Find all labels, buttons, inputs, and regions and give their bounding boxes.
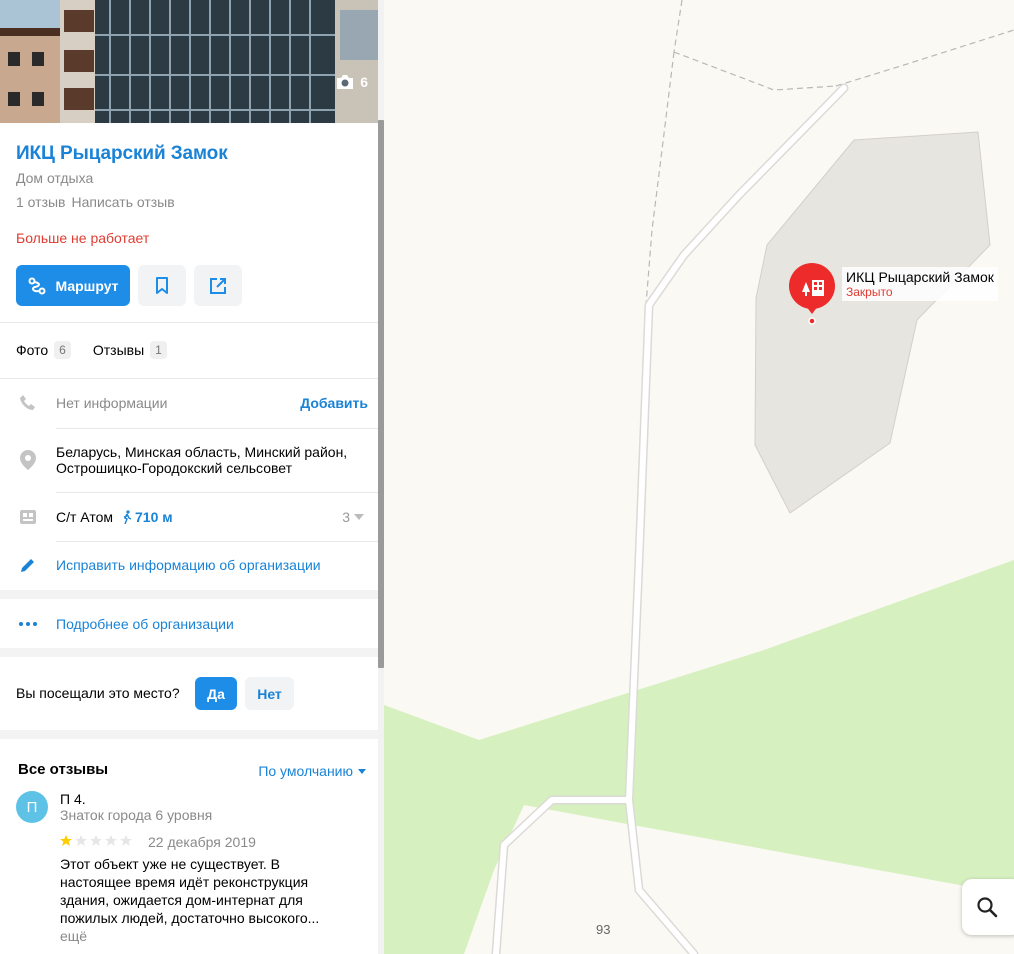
route-button[interactable]: Маршрут [16, 265, 130, 306]
org-title[interactable]: ИКЦ Рыцарский Замок [16, 143, 228, 165]
reviews-heading: Все отзывы [18, 761, 109, 778]
review-rating [60, 835, 132, 847]
section-divider [0, 590, 378, 599]
transit-stop-name: С/т Атом [56, 509, 113, 525]
review-author-level: Знаток города 6 уровня [60, 807, 213, 823]
add-phone-link[interactable]: Добавить [300, 395, 368, 411]
org-photo[interactable]: 6 [0, 0, 378, 123]
bookmark-icon [156, 276, 168, 294]
bookmark-button[interactable] [138, 265, 186, 306]
more-stops-count: 3 [342, 509, 350, 525]
walking-icon [123, 510, 132, 524]
chevron-down-icon [354, 514, 364, 520]
share-icon [210, 277, 226, 294]
more-dots-icon [18, 614, 38, 634]
tab-reviews[interactable]: Отзывы 1 [93, 341, 167, 359]
map-base-layer [384, 0, 1014, 954]
building-photo-image [0, 0, 378, 123]
visited-no-button[interactable]: Нет [245, 677, 294, 710]
address-line-1: Беларусь, Минская область, Минский район… [56, 444, 348, 460]
review-author[interactable]: П 4. [60, 791, 86, 807]
tab-photos[interactable]: Фото 6 [16, 341, 71, 359]
address-row: Беларусь, Минская область, Минский район… [0, 428, 378, 492]
walk-distance-value: 710 м [135, 509, 173, 525]
star-empty-icon [90, 835, 102, 846]
edit-info-link[interactable]: Исправить информацию об организации [56, 557, 321, 573]
org-category: Дом отдыха [16, 170, 94, 186]
route-icon [28, 277, 46, 294]
phone-value: Нет информации [56, 395, 168, 411]
photo-count: 6 [335, 74, 368, 90]
visited-yes-button[interactable]: Да [195, 677, 237, 710]
transit-stop-icon [18, 507, 38, 527]
tab-photos-label: Фото [16, 342, 49, 358]
write-review-link[interactable]: Написать отзыв [72, 194, 175, 210]
reviews-sort-dropdown[interactable]: По умолчанию [258, 763, 366, 779]
map-search-button[interactable] [962, 879, 1014, 935]
photo-count-value: 6 [360, 74, 368, 90]
reviews-summary: 1 отзыв Написать отзыв [16, 194, 175, 210]
camera-icon [337, 75, 354, 89]
star-empty-icon [120, 835, 132, 846]
section-divider [0, 648, 378, 657]
reviews-sort-label: По умолчанию [258, 763, 353, 779]
walk-distance: 710 м [122, 509, 173, 525]
reviews-count[interactable]: 1 отзыв [16, 194, 66, 210]
map-pin-name: ИКЦ Рыцарский Замок [846, 269, 994, 285]
route-button-label: Маршрут [55, 277, 119, 294]
map-pin[interactable] [788, 262, 836, 325]
more-info-row[interactable]: Подробнее об организации [0, 599, 378, 649]
tabs: Фото 6 Отзывы 1 [16, 341, 167, 359]
star-filled-icon [60, 835, 72, 846]
phone-icon [18, 393, 38, 413]
section-divider [0, 730, 378, 739]
map-canvas[interactable]: ИКЦ Рыцарский Замок Закрыто 93 [384, 0, 1014, 954]
road-number-label: 93 [596, 922, 611, 937]
location-pin-icon [18, 450, 38, 470]
tab-reviews-count: 1 [150, 341, 167, 359]
hotel-pin-icon [789, 263, 835, 325]
chevron-down-icon [358, 768, 366, 774]
more-info-link[interactable]: Подробнее об организации [56, 616, 234, 632]
review-date: 22 декабря 2019 [148, 834, 256, 850]
address-text: Беларусь, Минская область, Минский район… [56, 444, 347, 476]
star-empty-icon [105, 835, 117, 846]
visited-question: Вы посещали это место? [16, 685, 180, 701]
more-stops-dropdown[interactable]: 3 [342, 509, 364, 525]
star-empty-icon [75, 835, 87, 846]
pencil-icon [18, 555, 38, 575]
transit-row[interactable]: С/т Атом 710 м 3 [0, 492, 378, 542]
search-icon [977, 897, 998, 918]
divider [0, 322, 378, 323]
share-button[interactable] [194, 265, 242, 306]
address-line-2: Острошицко-Городокский сельсовет [56, 460, 293, 476]
edit-info-row[interactable]: Исправить информацию об организации [0, 541, 378, 589]
map-pin-label[interactable]: ИКЦ Рыцарский Замок Закрыто [842, 267, 998, 301]
avatar[interactable]: П [16, 791, 48, 823]
tab-reviews-label: Отзывы [92, 342, 145, 358]
status-closed: Больше не работает [16, 230, 150, 246]
review-text: Этот объект уже не существует. В настоящ… [60, 856, 320, 926]
map-pin-status: Закрыто [846, 285, 893, 299]
phone-row: Нет информации Добавить [0, 378, 378, 428]
sidebar-panel: 6 ИКЦ Рыцарский Замок Дом отдыха 1 отзыв… [0, 0, 378, 954]
review-more-link[interactable]: ещё [60, 928, 87, 944]
tab-photos-count: 6 [54, 341, 71, 359]
